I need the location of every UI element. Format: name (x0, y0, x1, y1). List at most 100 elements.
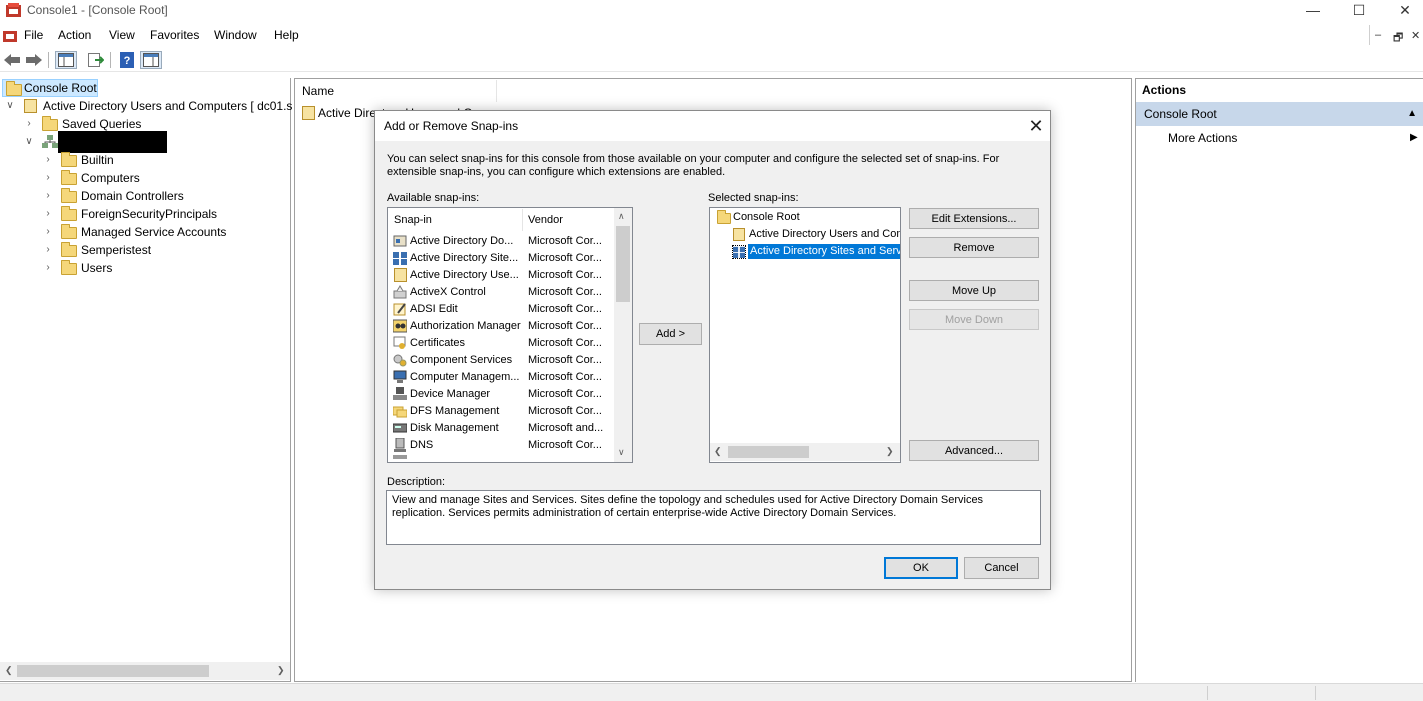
list-item[interactable]: Active Directory Site... Microsoft Cor..… (393, 250, 611, 267)
tree-item-foreign-security-principals[interactable]: › ForeignSecurityPrincipals (0, 205, 250, 223)
menu-favorites[interactable]: Favorites (150, 28, 199, 42)
actions-section-console-root[interactable]: Console Root ▲ (1136, 102, 1423, 126)
chevron-down-icon[interactable]: ∨ (4, 97, 16, 115)
chevron-down-icon[interactable]: ∨ (23, 133, 35, 151)
collapse-up-icon[interactable]: ▲ (1407, 102, 1417, 126)
list-item[interactable]: Active Directory Use... Microsoft Cor... (393, 267, 611, 284)
chevron-right-icon[interactable]: › (42, 169, 54, 187)
list-item[interactable]: Disk Management Microsoft and... (392, 420, 611, 437)
list-item[interactable]: ActiveX Control Microsoft Cor... (393, 284, 611, 301)
scroll-left-arrow-icon[interactable]: ❮ (5, 665, 13, 676)
show-hide-tree-icon[interactable] (55, 51, 77, 69)
tree-item-managed-service-accounts[interactable]: › Managed Service Accounts (0, 223, 250, 241)
available-list-scrollbar-thumb[interactable] (616, 226, 630, 302)
list-item[interactable]: Computer Managem... Microsoft Cor... (393, 369, 611, 386)
scroll-left-arrow-icon[interactable]: ❮ (714, 446, 722, 457)
list-item[interactable]: ADSI Edit Microsoft Cor... (393, 301, 611, 318)
selected-item-aduc[interactable]: Active Directory Users and Com (732, 226, 900, 243)
column-separator[interactable] (496, 80, 497, 102)
scroll-up-arrow-icon[interactable]: ∧ (618, 211, 625, 222)
tree-item-label: Managed Service Accounts (81, 225, 227, 239)
minimize-button[interactable]: — (1290, 0, 1336, 22)
forward-arrow-icon[interactable] (23, 51, 45, 69)
menu-window[interactable]: Window (214, 28, 257, 42)
tree-scrollbar-thumb[interactable] (17, 665, 209, 677)
tree-item-users[interactable]: › Users (0, 259, 250, 277)
more-actions-item[interactable]: More Actions (1168, 131, 1237, 145)
chevron-right-icon[interactable]: › (42, 241, 54, 259)
chevron-right-icon[interactable]: › (42, 151, 54, 169)
list-item[interactable]: Authorization Manager Microsoft Cor... (392, 318, 611, 335)
ad-domains-trusts-icon (393, 234, 407, 248)
tree-item-aduc[interactable]: ∨ Active Directory Users and Computers [… (0, 97, 293, 115)
console-menu-icon[interactable] (3, 28, 17, 42)
chevron-right-icon[interactable]: › (42, 223, 54, 241)
add-button[interactable]: Add > (639, 323, 702, 345)
ad-sites-services-icon (732, 245, 746, 259)
snapin-name: ADSI Edit (410, 303, 458, 315)
snapin-vendor: Microsoft Cor... (528, 405, 602, 417)
menu-action[interactable]: Action (58, 28, 91, 42)
tree-item-console-root[interactable]: Console Root (2, 79, 98, 97)
scroll-right-arrow-icon[interactable]: ❯ (886, 446, 894, 457)
export-list-icon[interactable] (85, 51, 107, 69)
column-separator[interactable] (522, 209, 523, 231)
scroll-right-arrow-icon[interactable]: ❯ (277, 665, 285, 676)
actions-section-label: Console Root (1144, 107, 1217, 121)
snapin-name: Disk Management (410, 422, 499, 434)
help-icon[interactable]: ? (116, 51, 138, 69)
advanced-button[interactable]: Advanced... (909, 440, 1039, 461)
move-up-button[interactable]: Move Up (909, 280, 1039, 301)
list-item[interactable]: Device Manager Microsoft Cor... (393, 386, 611, 403)
dialog-close-icon[interactable]: ✕ (1024, 114, 1048, 138)
chevron-right-icon[interactable]: › (42, 187, 54, 205)
menu-help[interactable]: Help (274, 28, 299, 42)
mdi-restore-button[interactable]: 🗗 (1393, 29, 1403, 48)
chevron-right-icon[interactable]: › (42, 259, 54, 277)
folder-icon (717, 210, 731, 224)
tree-item-builtin[interactable]: › Builtin (0, 151, 250, 169)
menu-view[interactable]: View (109, 28, 135, 42)
mdi-close-button[interactable]: ✕ (1411, 29, 1420, 42)
list-item[interactable]: DFS Management Microsoft Cor... (392, 403, 611, 420)
ok-button[interactable]: OK (884, 557, 958, 579)
tree-item-domain-controllers[interactable]: › Domain Controllers (0, 187, 250, 205)
snapin-vendor: Microsoft Cor... (528, 320, 602, 332)
scroll-down-arrow-icon[interactable]: ∨ (618, 447, 625, 458)
list-item[interactable]: DNS Microsoft Cor... (393, 437, 611, 454)
remove-button[interactable]: Remove (909, 237, 1039, 258)
menu-file[interactable]: File (24, 28, 43, 42)
folder-icon (61, 206, 77, 221)
snapin-vendor: Microsoft Cor... (528, 388, 602, 400)
list-item[interactable]: Certificates Microsoft Cor... (393, 335, 611, 352)
tree-item-computers[interactable]: › Computers (0, 169, 250, 187)
column-header-name[interactable]: Name (302, 84, 334, 98)
tree-item-semperistest[interactable]: › Semperistest (0, 241, 250, 259)
list-item[interactable]: Active Directory Do... Microsoft Cor... (393, 233, 611, 250)
submenu-arrow-icon: ▶ (1410, 132, 1418, 143)
folder-icon (61, 224, 77, 239)
selected-list-scrollbar-thumb[interactable] (728, 446, 809, 458)
snapin-name: ActiveX Control (410, 286, 486, 298)
show-hide-action-pane-icon[interactable] (140, 51, 162, 69)
list-item[interactable]: Component Services Microsoft Cor... (393, 352, 611, 369)
mdi-minimize-button[interactable]: – (1375, 29, 1381, 41)
description-label: Description: (387, 476, 446, 488)
cancel-button[interactable]: Cancel (964, 557, 1039, 579)
column-header-vendor[interactable]: Vendor (528, 214, 563, 226)
tree-item-label: Users (81, 261, 113, 275)
chevron-right-icon[interactable]: › (42, 205, 54, 223)
back-arrow-icon[interactable] (1, 51, 23, 69)
close-button[interactable]: ✕ (1382, 0, 1423, 22)
tree-item-label: Active Directory Users and Computers [ d… (43, 99, 293, 113)
edit-extensions-button[interactable]: Edit Extensions... (909, 208, 1039, 229)
selected-item-ad-sites[interactable]: Active Directory Sites and Serv (732, 243, 900, 260)
certificates-icon (393, 336, 407, 350)
move-down-button[interactable]: Move Down (909, 309, 1039, 330)
activex-control-icon (393, 285, 407, 299)
selected-item-console-root[interactable]: Console Root (716, 209, 896, 226)
column-header-snapin[interactable]: Snap-in (394, 214, 432, 226)
selected-item-label: Active Directory Users and Com (749, 228, 900, 240)
chevron-right-icon[interactable]: › (23, 115, 35, 133)
maximize-button[interactable]: ☐ (1336, 0, 1382, 22)
